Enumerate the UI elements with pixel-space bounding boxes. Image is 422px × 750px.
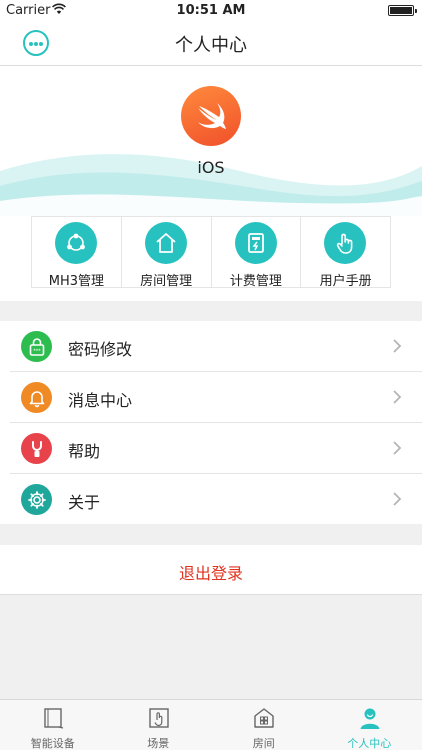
shortcut-manual[interactable]: 用户手册	[301, 217, 390, 289]
status-time: 10:51 AM	[176, 3, 246, 18]
house-icon	[156, 233, 176, 253]
tab-profile[interactable]: 个人中心	[317, 700, 422, 750]
menu-item-message-center[interactable]: 消息中心	[10, 372, 422, 423]
shortcut-grid: MH3管理 房间管理 计费管理 用户手册	[0, 216, 422, 301]
chevron-right-icon	[393, 441, 402, 455]
chevron-right-icon	[393, 339, 402, 353]
person-icon	[360, 708, 379, 729]
bell-icon	[29, 391, 45, 408]
meter-icon	[247, 233, 264, 253]
room-grid-icon	[254, 708, 274, 728]
shortcut-rooms[interactable]: 房间管理	[122, 217, 212, 289]
menu-item-label: 消息中心	[68, 391, 133, 410]
shortcut-label: 用户手册	[319, 274, 372, 289]
chevron-right-icon	[393, 492, 402, 506]
tab-label: 智能设备	[30, 737, 75, 750]
menu-item-help[interactable]: 帮助	[10, 423, 422, 474]
status-bar: Carrier 10:51 AM	[0, 0, 422, 22]
logout-label: 退出登录	[178, 564, 243, 583]
tab-label: 房间	[252, 737, 275, 750]
shortcut-label: 房间管理	[140, 274, 193, 289]
profile-header: iOS	[0, 66, 422, 216]
menu-item-label: 帮助	[68, 442, 101, 461]
tab-bar: 智能设备 场景 房间 个人中心	[0, 699, 422, 750]
battery-icon	[388, 5, 417, 16]
tab-scenes[interactable]: 场景	[106, 700, 212, 750]
shortcut-billing[interactable]: 计费管理	[212, 217, 302, 289]
shortcut-label: MH3管理	[48, 274, 104, 289]
network-nodes-icon	[67, 233, 85, 251]
menu-item-label: 密码修改	[68, 340, 133, 359]
avatar[interactable]	[181, 86, 241, 146]
tab-smart-devices[interactable]: 智能设备	[0, 700, 106, 750]
scene-touch-icon	[148, 708, 169, 728]
logout-button[interactable]: 退出登录	[0, 545, 422, 595]
shortcut-label: 计费管理	[229, 274, 282, 289]
settings-menu: *** 密码修改 消息中心 帮助 关于	[0, 321, 422, 524]
profile-name: iOS	[197, 158, 225, 177]
menu-item-about[interactable]: 关于	[10, 474, 422, 525]
tab-label: 场景	[147, 737, 170, 750]
tab-label: 个人中心	[347, 737, 392, 750]
svg-text:***: ***	[33, 349, 41, 355]
gear-icon	[28, 491, 46, 509]
wrench-icon	[32, 441, 42, 457]
menu-item-label: 关于	[68, 493, 101, 512]
chevron-right-icon	[393, 390, 402, 404]
swift-logo-icon	[198, 103, 226, 129]
wave-decoration	[0, 154, 422, 216]
menu-item-change-password[interactable]: *** 密码修改	[10, 321, 422, 372]
tab-rooms[interactable]: 房间	[211, 700, 317, 750]
device-icon	[44, 708, 64, 729]
hand-pointer-icon	[337, 233, 353, 254]
lock-icon: ***	[29, 338, 45, 356]
nav-bar: 个人中心	[0, 22, 422, 66]
shortcut-mh3[interactable]: MH3管理	[32, 217, 122, 289]
page-title: 个人中心	[175, 35, 247, 56]
